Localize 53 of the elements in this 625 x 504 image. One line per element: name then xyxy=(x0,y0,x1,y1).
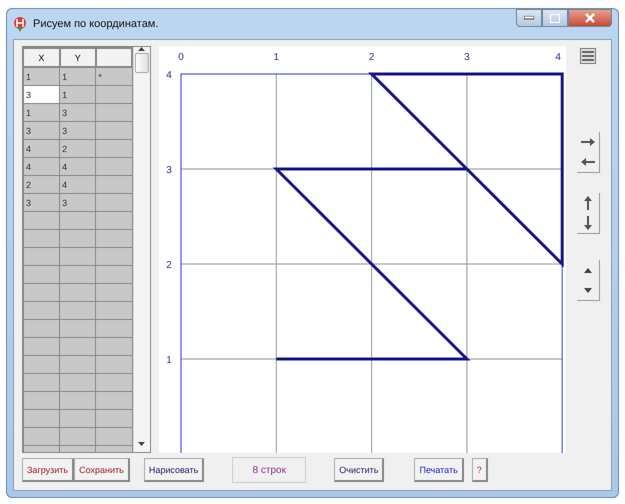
table-cell[interactable]: 1 xyxy=(24,67,60,86)
app-icon xyxy=(13,16,27,32)
save-button[interactable]: Сохранить xyxy=(74,458,130,482)
axis-label: 2 xyxy=(166,260,172,271)
draw-button[interactable]: Нарисовать xyxy=(144,458,204,482)
close-icon[interactable] xyxy=(584,13,596,23)
help-button[interactable]: ? xyxy=(472,458,488,482)
scroll-down-icon[interactable] xyxy=(138,442,146,446)
axis-label: 2 xyxy=(368,52,374,63)
menu-button[interactable] xyxy=(580,48,596,64)
axis-label: 0 xyxy=(178,52,184,63)
axis-label: 3 xyxy=(166,165,172,176)
triangle-down-icon[interactable] xyxy=(584,288,592,292)
current-row-marker: * xyxy=(98,72,102,82)
table-cell[interactable]: 1 xyxy=(24,104,60,122)
table-cell[interactable]: 3 xyxy=(24,122,60,140)
window-title: Рисуем по координатам. xyxy=(33,18,160,30)
table-cell[interactable]: 3 xyxy=(60,104,96,122)
clear-button[interactable]: Очистить xyxy=(334,458,384,482)
arrow-right-icon[interactable] xyxy=(580,137,596,147)
table-cell[interactable]: 4 xyxy=(60,158,96,176)
table-cell[interactable]: 3 xyxy=(24,86,60,104)
table-cell[interactable]: 4 xyxy=(60,176,96,194)
arrow-down-icon[interactable] xyxy=(582,215,593,231)
scroll-thumb[interactable] xyxy=(134,53,149,73)
table-cell[interactable]: 4 xyxy=(24,158,60,176)
maximize-button[interactable] xyxy=(542,9,568,27)
axis-label: 3 xyxy=(464,52,470,63)
table-cell[interactable]: 3 xyxy=(60,194,96,212)
axis-label: 1 xyxy=(166,355,172,366)
triangle-up-icon[interactable] xyxy=(584,268,592,272)
arrow-up-icon[interactable] xyxy=(582,195,593,211)
scroll-up-icon[interactable] xyxy=(138,47,146,51)
arrow-left-icon[interactable] xyxy=(580,157,596,167)
close-button[interactable] xyxy=(568,9,612,27)
load-button[interactable]: Загрузить xyxy=(22,458,74,482)
print-button[interactable]: Печатать xyxy=(414,458,464,482)
axis-label: 1 xyxy=(273,52,279,63)
table-cell[interactable]: 2 xyxy=(24,176,60,194)
table-cell[interactable]: 1 xyxy=(60,67,96,86)
minimize-icon[interactable] xyxy=(524,16,534,20)
table-cell[interactable]: 4 xyxy=(24,140,60,158)
table-cell[interactable]: 3 xyxy=(24,194,60,212)
column-header: X xyxy=(24,48,60,67)
axis-label: 4 xyxy=(166,70,172,81)
table-cell[interactable]: 3 xyxy=(60,122,96,140)
row-count: 8 строк xyxy=(232,457,306,483)
axis-label: 4 xyxy=(555,52,561,63)
table-cell[interactable]: 2 xyxy=(60,140,96,158)
table-cell[interactable]: 1 xyxy=(60,86,96,104)
minimize-button[interactable] xyxy=(516,9,542,27)
scrollbar[interactable] xyxy=(133,47,150,452)
column-header: Y xyxy=(60,48,96,67)
